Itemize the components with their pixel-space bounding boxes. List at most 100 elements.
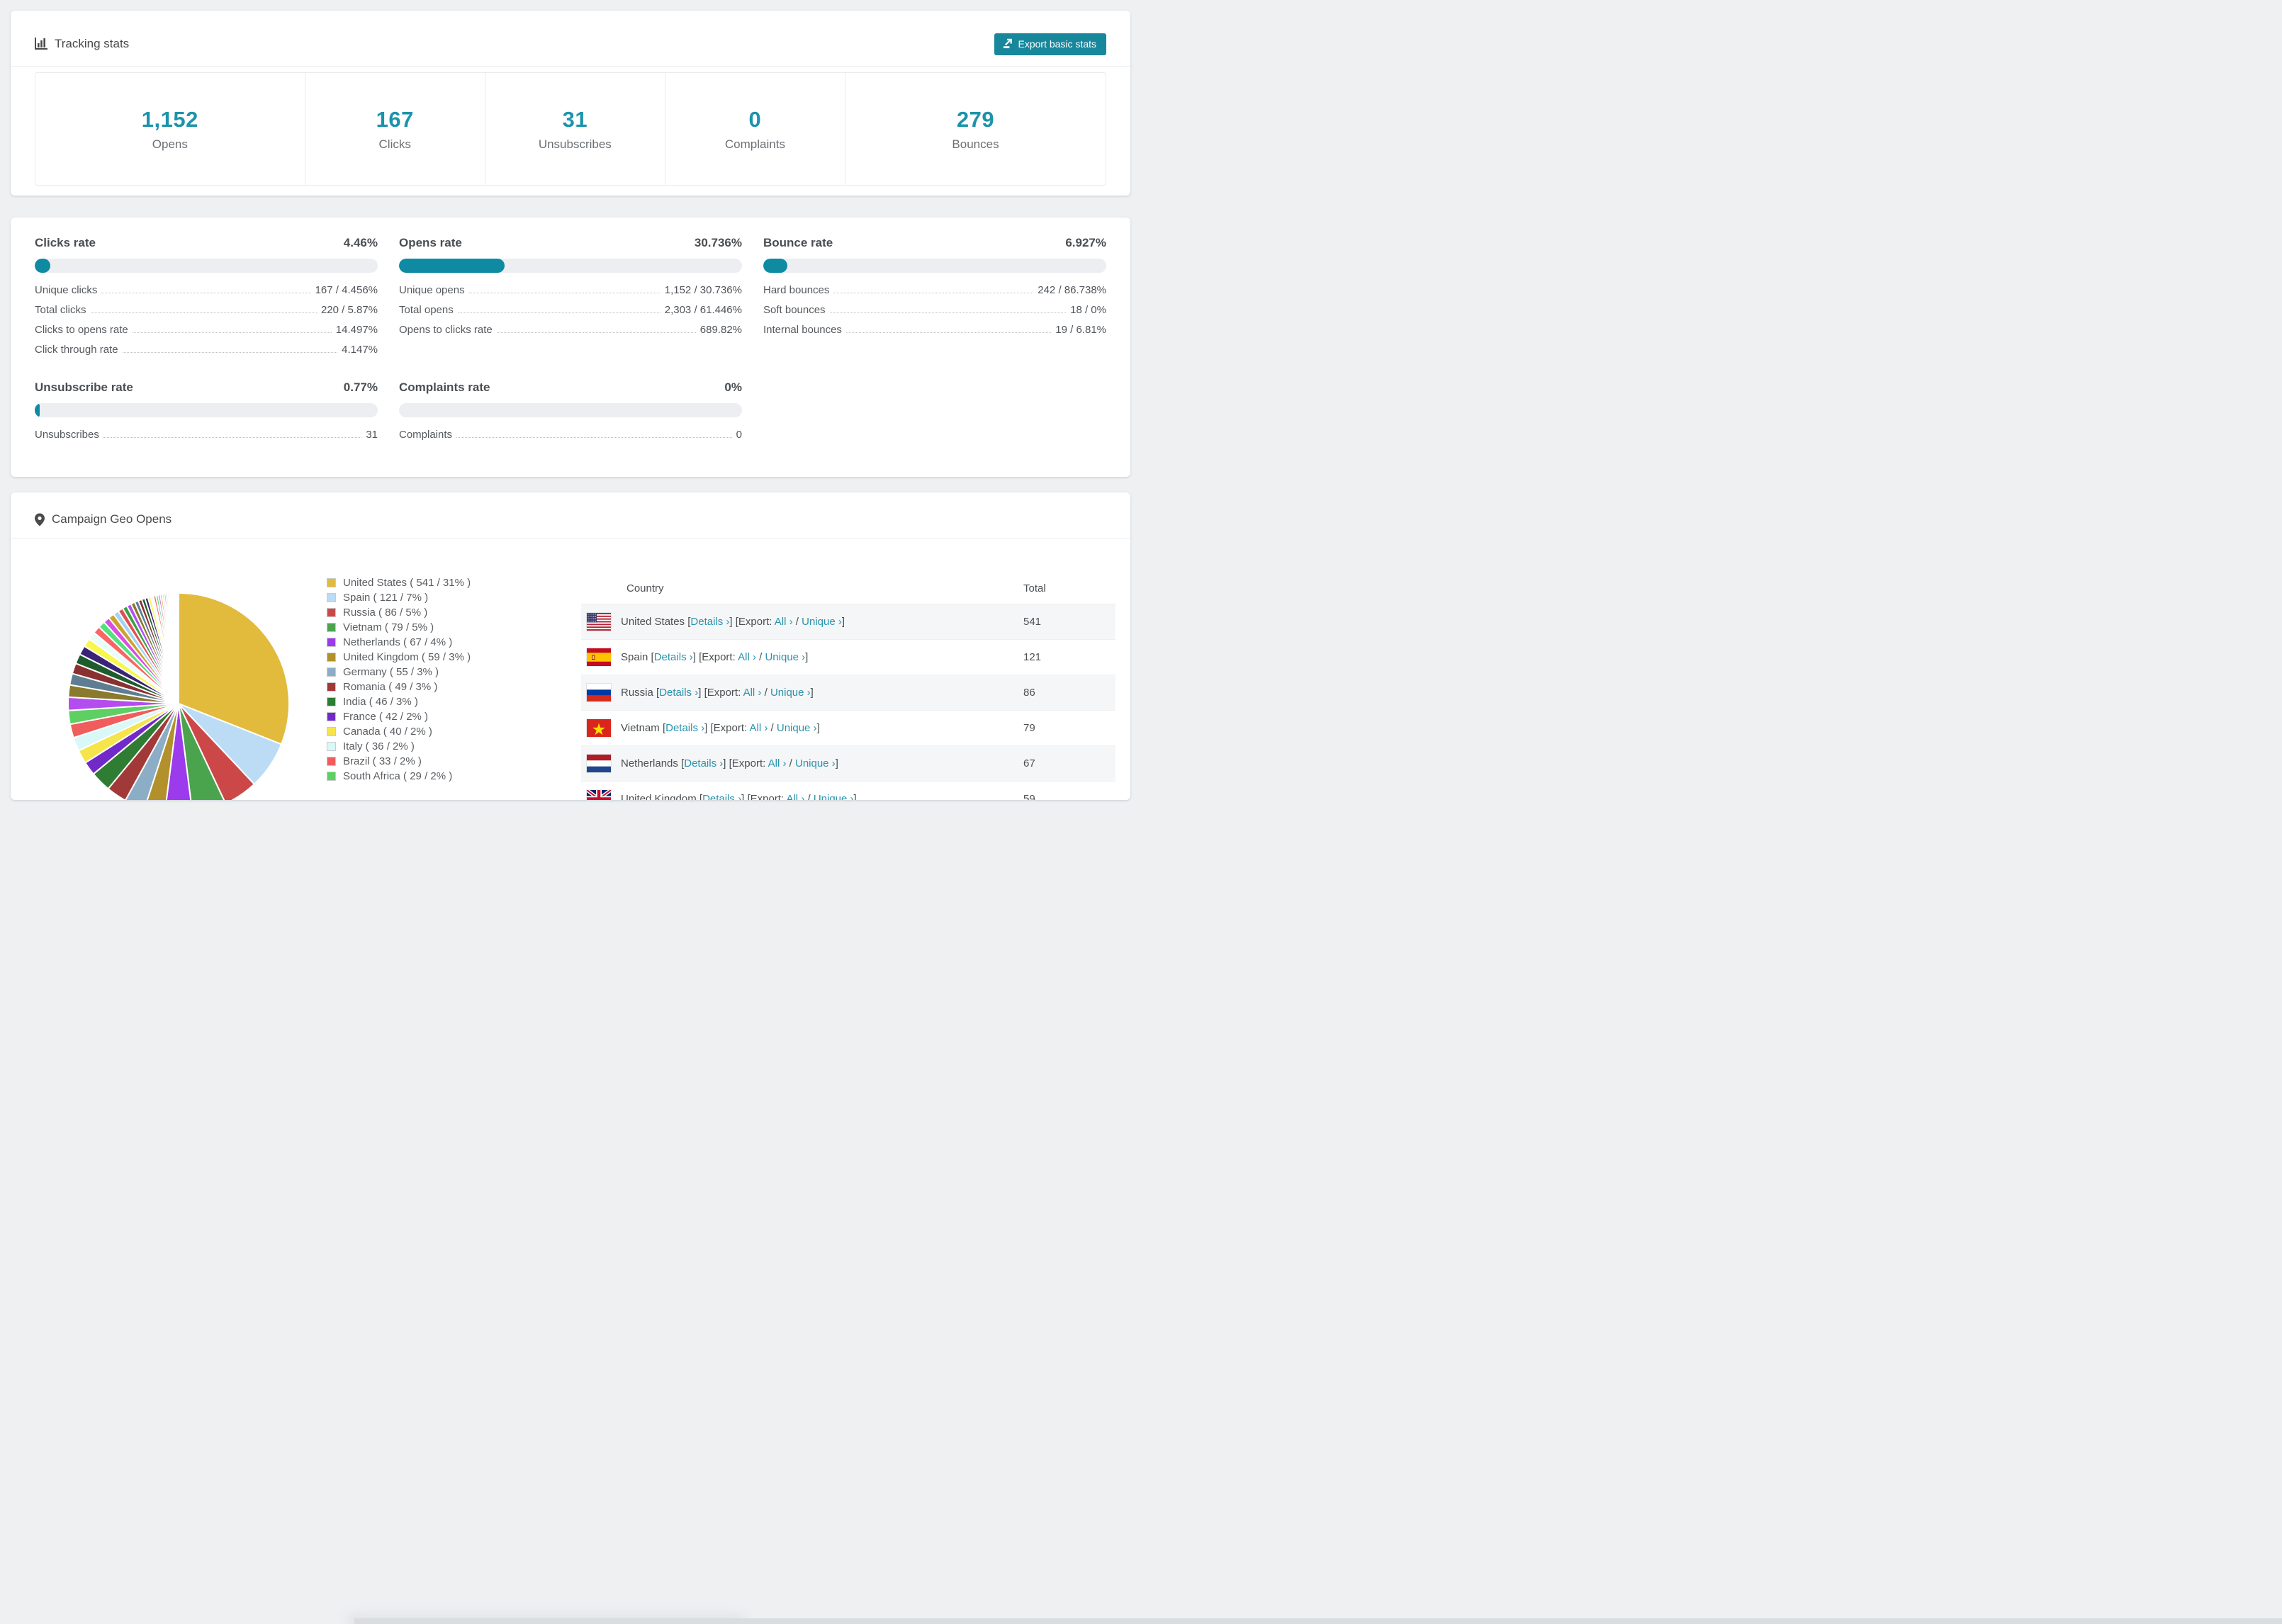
detail-value: 167 / 4.456% <box>315 284 378 296</box>
stat-value: 279 <box>956 106 995 132</box>
export-icon <box>1003 38 1012 49</box>
export-unique-link[interactable]: Unique › <box>777 722 817 734</box>
rates-card: Clicks rate 4.46% Unique clicks 167 / 4.456… <box>11 218 1130 477</box>
details-link[interactable]: Details › <box>684 757 723 769</box>
bottom-scroll-strip[interactable] <box>354 1618 2282 1624</box>
country-name: United Kingdom <box>621 793 699 800</box>
bracket: ] <box>692 651 699 663</box>
flag-us-icon <box>587 613 611 631</box>
legend-item-south-africa: South Africa ( 29 / 2% ) <box>327 769 471 784</box>
dotted-leader <box>132 332 332 333</box>
stat-value: 1,152 <box>141 106 198 132</box>
export-unique-link[interactable]: Unique › <box>770 687 811 699</box>
export-label: [Export: <box>735 616 775 628</box>
legend-label: France ( 42 / 2% ) <box>343 711 429 723</box>
legend-item-france: France ( 42 / 2% ) <box>327 709 471 724</box>
details-link[interactable]: Details › <box>665 722 704 734</box>
rate-title: Opens rate <box>399 236 462 249</box>
country-row-text: Netherlands [Details ›] [Export: All › /… <box>621 757 838 769</box>
stat-cell-complaints: 0 Complaints <box>665 73 845 185</box>
rate-progress-track <box>35 403 378 417</box>
detail-label: Complaints <box>399 429 453 441</box>
detail-label: Total opens <box>399 304 454 316</box>
rate-value: 0% <box>724 380 742 394</box>
legend-item-united-kingdom: United Kingdom ( 59 / 3% ) <box>327 650 471 665</box>
details-link[interactable]: Details › <box>702 793 741 800</box>
stats-summary-row: 1,152 Opens 167 Clicks 31 Unsubscribes 0 Compla… <box>35 72 1106 186</box>
flag-es-icon <box>587 648 611 666</box>
detail-label: Soft bounces <box>763 304 826 316</box>
bracket: ] <box>816 722 820 734</box>
legend-swatch <box>327 727 336 736</box>
detail-label: Hard bounces <box>763 284 830 296</box>
stat-cell-bounces: 279 Bounces <box>845 73 1106 185</box>
export-unique-link[interactable]: Unique › <box>802 616 842 628</box>
slash: / <box>792 616 802 628</box>
table-row-gb: United Kingdom [Details ›] [Export: All … <box>581 781 1115 800</box>
rate-details: Hard bounces 242 / 86.738% Soft bounces 18 … <box>763 284 1106 344</box>
details-link[interactable]: Details › <box>690 616 729 628</box>
detail-value: 4.147% <box>342 344 378 356</box>
legend-label: Brazil ( 33 / 2% ) <box>343 755 422 767</box>
legend-label: Spain ( 121 / 7% ) <box>343 592 429 604</box>
export-basic-stats-button[interactable]: Export basic stats <box>994 33 1106 55</box>
rate-detail-row: Click through rate 4.147% <box>35 344 378 363</box>
rate-value: 4.46% <box>343 236 378 249</box>
legend-swatch <box>327 757 336 766</box>
rate-title-row: Bounce rate 6.927% <box>763 236 1106 250</box>
details-link[interactable]: Details › <box>654 651 693 663</box>
detail-value: 31 <box>366 429 378 441</box>
legend-label: South Africa ( 29 / 2% ) <box>343 770 453 782</box>
legend-label: Vietnam ( 79 / 5% ) <box>343 621 434 633</box>
export-all-link[interactable]: All › <box>775 616 793 628</box>
legend-label: Germany ( 55 / 3% ) <box>343 666 439 678</box>
slash: / <box>804 793 814 800</box>
export-all-link[interactable]: All › <box>743 687 762 699</box>
export-all-link[interactable]: All › <box>786 793 804 800</box>
bracket: ] <box>723 757 729 769</box>
country-row-text: United Kingdom [Details ›] [Export: All … <box>621 793 857 800</box>
detail-label: Clicks to opens rate <box>35 324 128 336</box>
legend-label: Russia ( 86 / 5% ) <box>343 607 428 619</box>
dotted-leader <box>829 312 1067 313</box>
bracket: ] <box>835 757 838 769</box>
legend-item-india: India ( 46 / 3% ) <box>327 694 471 709</box>
pie-slice[interactable] <box>176 592 179 704</box>
rate-progress-track <box>399 403 742 417</box>
bracket: ] <box>810 687 814 699</box>
export-label: [Export: <box>710 722 750 734</box>
country-cell: United Kingdom [Details ›] [Export: All … <box>581 790 1023 800</box>
map-pin-icon <box>35 513 45 526</box>
geo-opens-pie-chart <box>67 592 290 800</box>
rate-value: 6.927% <box>1065 236 1106 249</box>
stat-label: Clicks <box>378 137 411 151</box>
legend-swatch <box>327 653 336 662</box>
rate-detail-row: Internal bounces 19 / 6.81% <box>763 324 1106 344</box>
export-all-link[interactable]: All › <box>750 722 768 734</box>
export-unique-link[interactable]: Unique › <box>765 651 805 663</box>
export-label: [Export: <box>704 687 743 699</box>
legend-item-brazil: Brazil ( 33 / 2% ) <box>327 754 471 769</box>
export-unique-link[interactable]: Unique › <box>795 757 836 769</box>
rate-title: Clicks rate <box>35 236 96 249</box>
legend-swatch <box>327 593 336 602</box>
rate-details: Unique opens 1,152 / 30.736% Total opens 2,… <box>399 284 742 344</box>
rate-block-complaints-rate: Complaints rate 0% Complaints 0 <box>399 380 742 449</box>
dotted-leader <box>90 312 317 313</box>
bracket: ] <box>805 651 809 663</box>
legend-item-russia: Russia ( 86 / 5% ) <box>327 605 471 620</box>
rate-detail-row: Total opens 2,303 / 61.446% <box>399 304 742 324</box>
detail-value: 14.497% <box>335 324 378 336</box>
legend-item-romania: Romania ( 49 / 3% ) <box>327 680 471 694</box>
total-cell: 541 <box>1023 616 1042 628</box>
country-row-text: Vietnam [Details ›] [Export: All › / Uni… <box>621 722 820 734</box>
export-unique-link[interactable]: Unique › <box>814 793 854 800</box>
flag-gb-icon <box>587 790 611 800</box>
pie-legend: United States ( 541 / 31% ) Spain ( 121 /… <box>327 575 471 784</box>
export-all-link[interactable]: All › <box>768 757 787 769</box>
dotted-leader <box>456 437 732 438</box>
details-link[interactable]: Details › <box>659 687 698 699</box>
geo-table: Country Total United States [Details ›] … <box>581 573 1115 800</box>
export-all-link[interactable]: All › <box>738 651 756 663</box>
rate-title-row: Clicks rate 4.46% <box>35 236 378 250</box>
